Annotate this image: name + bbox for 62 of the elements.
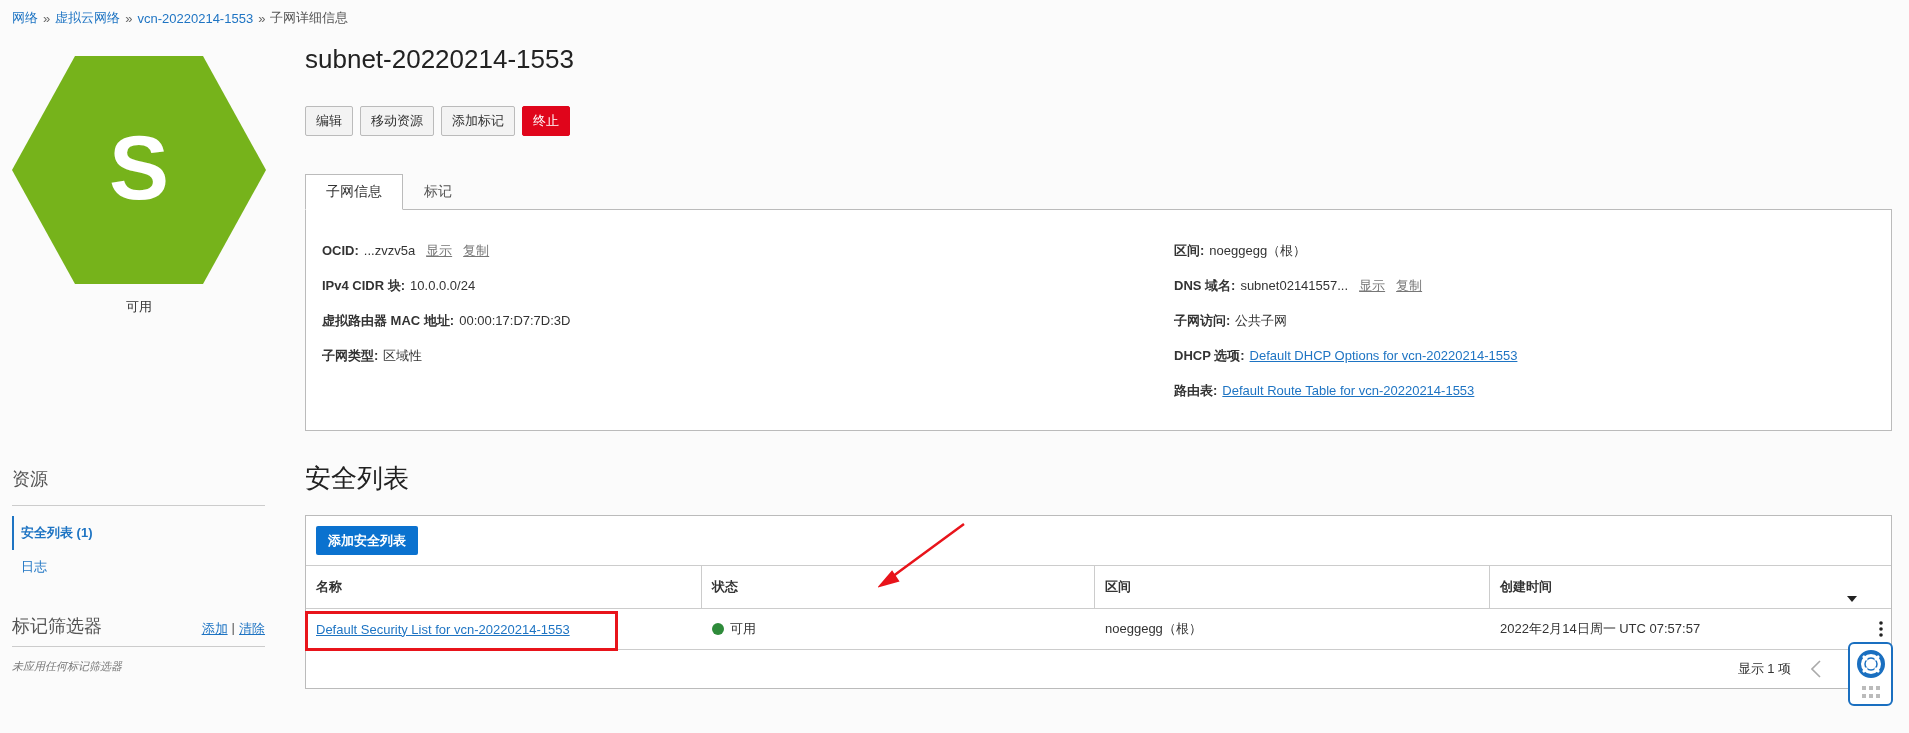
detail-label: IPv4 CIDR 块: — [322, 277, 406, 295]
add-security-list-button[interactable]: 添加安全列表 — [316, 526, 418, 555]
detail-link[interactable]: Default DHCP Options for vcn-20220214-1553 — [1249, 348, 1518, 363]
detail-action-link[interactable]: 显示 — [1359, 277, 1386, 295]
detail-label: 子网访问: — [1174, 312, 1231, 330]
grid-icon — [1860, 685, 1881, 699]
add-filter-link[interactable]: 添加 — [201, 620, 228, 638]
column-header: 创建时间 — [1500, 578, 1552, 596]
detail-label: DHCP 选项: — [1174, 347, 1245, 365]
action-button[interactable]: 添加标记 — [441, 106, 515, 136]
column-header: 名称 — [316, 578, 342, 596]
detail-label: DNS 域名: — [1174, 277, 1236, 295]
resource-status: 可用 — [125, 298, 152, 316]
table-cell: 可用 — [730, 620, 756, 638]
detail-value: 00:00:17:D7:7D:3D — [459, 313, 571, 328]
detail-link[interactable]: Default Route Table for vcn-20220214-1553 — [1222, 383, 1475, 398]
action-button[interactable]: 移动资源 — [360, 106, 434, 136]
detail-action-link[interactable]: 复制 — [1396, 277, 1423, 295]
tag-filter-heading: 标记筛选器 — [12, 615, 102, 638]
help-widget[interactable] — [1848, 642, 1893, 706]
more-options-icon[interactable] — [1879, 621, 1883, 637]
action-button[interactable]: 编辑 — [305, 106, 353, 136]
table-cell: 2022年2月14日周一 UTC 07:57:57 — [1500, 620, 1701, 638]
item-count: 显示 1 项 — [1737, 660, 1791, 678]
resource-hexagon-icon: S — [11, 56, 266, 284]
detail-value: 区域性 — [383, 347, 423, 365]
security-list-link[interactable]: Default Security List for vcn-20220214-1553 — [316, 621, 570, 637]
breadcrumb-separator: » — [258, 10, 266, 26]
detail-label: 路由表: — [1174, 382, 1218, 400]
terminate-button[interactable]: 终止 — [522, 106, 570, 136]
breadcrumb-link[interactable]: 网络 — [12, 9, 38, 27]
detail-value: 10.0.0.0/24 — [410, 278, 476, 293]
tab[interactable]: 子网信息 — [305, 174, 403, 210]
link-separator: | — [231, 620, 235, 637]
detail-label: 虚拟路由器 MAC 地址: — [322, 312, 455, 330]
resource-nav-item[interactable]: 日志 — [12, 550, 265, 584]
dropdown-caret-icon[interactable] — [1847, 596, 1857, 602]
detail-value: subnet02141557... — [1240, 278, 1349, 293]
clear-filter-link[interactable]: 清除 — [239, 620, 265, 638]
detail-action-link[interactable]: 显示 — [426, 242, 453, 260]
column-header: 区间 — [1105, 578, 1131, 596]
detail-label: 子网类型: — [322, 347, 379, 365]
detail-label: 区间: — [1174, 242, 1205, 260]
breadcrumb-link[interactable]: 虚拟云网络 — [55, 9, 121, 27]
resources-heading: 资源 — [12, 467, 265, 506]
section-title: 安全列表 — [305, 462, 410, 495]
column-header: 状态 — [712, 578, 738, 596]
breadcrumb-separator: » — [125, 10, 133, 26]
detail-value: ...zvzv5a — [363, 243, 416, 258]
page-title: subnet-20220214-1553 — [305, 43, 575, 76]
tab[interactable]: 标记 — [403, 174, 473, 210]
detail-label: OCID: — [322, 243, 359, 258]
detail-value: 公共子网 — [1235, 312, 1288, 330]
empty-filter-text: 未应用任何标记筛选器 — [12, 659, 124, 674]
breadcrumb-link[interactable]: vcn-20220214-1553 — [137, 10, 254, 26]
breadcrumb-separator: » — [43, 10, 51, 26]
breadcrumb-current: 子网详细信息 — [270, 9, 349, 27]
detail-action-link[interactable]: 复制 — [463, 242, 490, 260]
lifebuoy-icon — [1855, 649, 1886, 679]
detail-value: noeggegg（根） — [1209, 242, 1307, 260]
resource-nav-item[interactable]: 安全列表 (1) — [12, 516, 265, 550]
table-cell: noeggegg（根） — [1105, 620, 1202, 638]
